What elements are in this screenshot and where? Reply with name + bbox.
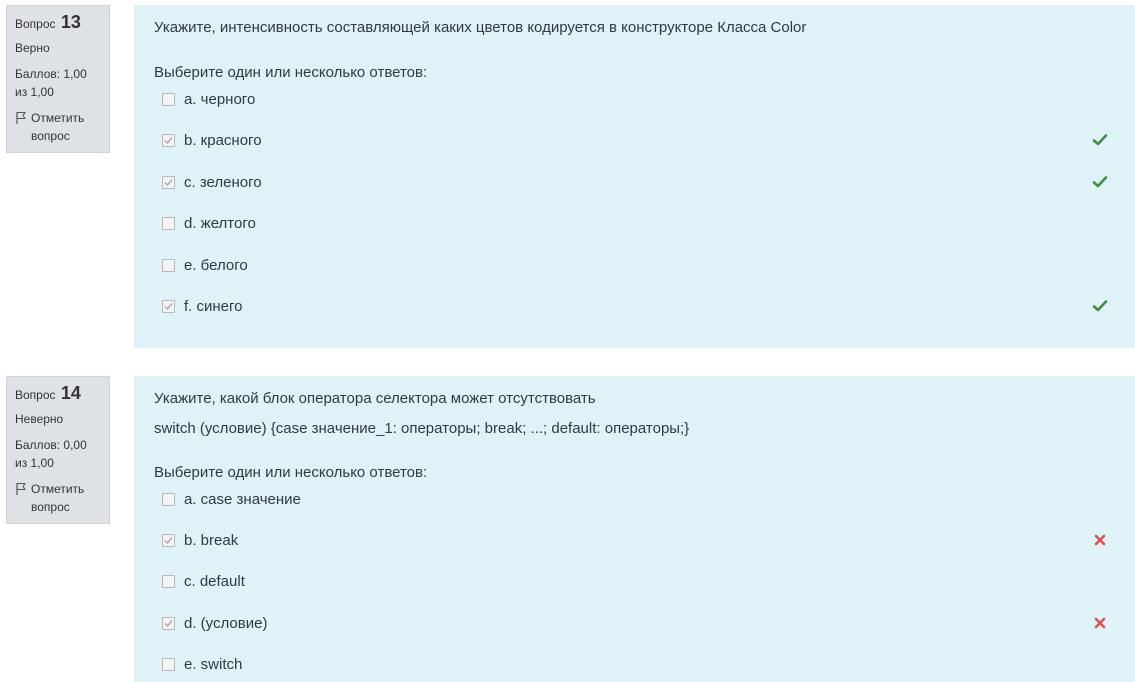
answer-label: b. красного [184,131,262,149]
answer-option[interactable]: b. красного [162,130,1112,150]
flag-icon [16,483,26,495]
flag-question-link[interactable]: Отметить вопрос [15,109,101,145]
answer-option[interactable]: f. синего [162,296,1112,316]
flag-label: Отметить вопрос [31,111,85,143]
answer-option[interactable]: c. зеленого [162,172,1112,192]
check-icon [1092,134,1108,146]
flag-question-link[interactable]: Отметить вопрос [15,480,101,516]
checkmark-icon [164,178,173,186]
answer-option[interactable]: e. switch [162,654,1112,674]
answer-checkbox[interactable] [162,492,175,506]
answer-label: e. белого [184,256,248,274]
cross-icon [1094,617,1106,629]
answer-option[interactable]: d. желтого [162,213,1112,233]
check-icon [1092,300,1108,312]
question-label: Вопрос [15,17,56,31]
checkmark-icon [164,536,173,544]
question-content: Укажите, какой блок оператора селектора … [134,376,1135,682]
question-state: Неверно [15,412,64,426]
checkmark-icon [164,619,173,627]
answer-label: a. черного [184,90,256,108]
answer-option[interactable]: a. case значение [162,489,1112,509]
answer-checkbox[interactable] [162,299,175,313]
answer-label: c. default [184,572,245,590]
answer-checkbox[interactable] [162,657,175,671]
answer-label: d. (условие) [184,614,268,632]
question-info: Вопрос 13 Верно Баллов: 1,00 из 1,00 Отм… [6,5,110,153]
answer-checkbox[interactable] [162,258,175,272]
question-code: switch (условие) {case значение_1: опера… [154,420,690,437]
answer-label: f. синего [184,297,243,315]
answer-label: d. желтого [184,214,256,232]
cross-icon [1094,534,1106,546]
answer-label: e. switch [184,655,243,673]
answer-label: c. зеленого [184,173,262,191]
answer-checkbox[interactable] [162,533,175,547]
question-number: 13 [60,12,81,32]
answer-option[interactable]: c. default [162,571,1112,591]
answer-prompt: Выберите один или несколько ответов: [154,64,428,81]
checkmark-icon [164,136,173,144]
question-text: Укажите, какой блок оператора селектора … [154,390,596,407]
flag-label: Отметить вопрос [31,482,85,514]
answer-checkbox[interactable] [162,216,175,230]
answer-label: a. case значение [184,490,301,508]
question-grade: Баллов: 0,00 из 1,00 [15,438,87,470]
answer-checkbox[interactable] [162,133,175,147]
answer-option[interactable]: a. черного [162,89,1112,109]
answer-option[interactable]: e. белого [162,255,1112,275]
answer-checkbox[interactable] [162,175,175,189]
question-state: Верно [15,41,50,55]
question-number: 14 [60,383,81,403]
answer-option[interactable]: b. break [162,530,1112,550]
question-label: Вопрос [15,388,56,402]
flag-icon [16,112,26,124]
checkmark-icon [164,302,173,310]
answer-prompt: Выберите один или несколько ответов: [154,464,428,481]
question-number-row: Вопрос 14 [15,384,101,404]
question-grade: Баллов: 1,00 из 1,00 [15,67,87,99]
answer-checkbox[interactable] [162,574,175,588]
answer-checkbox[interactable] [162,616,175,630]
answer-checkbox[interactable] [162,92,175,106]
question-text: Укажите, интенсивность составляющей каки… [154,19,807,36]
question-content: Укажите, интенсивность составляющей каки… [134,5,1135,348]
answer-option[interactable]: d. (условие) [162,613,1112,633]
answer-label: b. break [184,531,239,549]
question-number-row: Вопрос 13 [15,13,101,33]
question-info: Вопрос 14 Неверно Баллов: 0,00 из 1,00 О… [6,376,110,524]
check-icon [1092,176,1108,188]
